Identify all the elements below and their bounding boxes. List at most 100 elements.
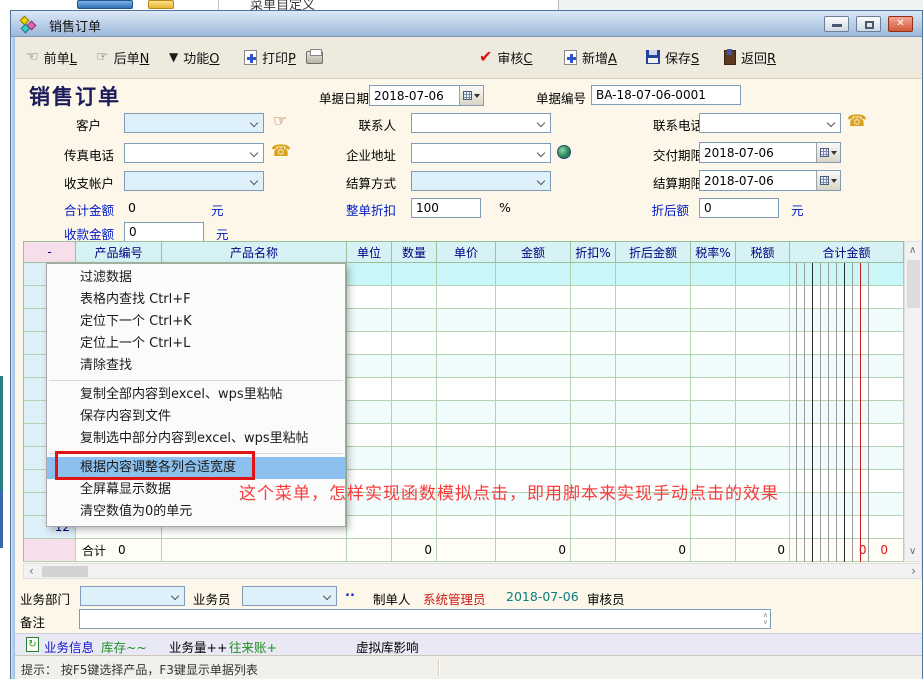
grid-cell[interactable]	[571, 447, 616, 470]
grid-cell[interactable]	[616, 378, 691, 401]
menu-item-clear-find[interactable]: 清除查找	[47, 355, 345, 377]
grid-cell[interactable]	[691, 332, 736, 355]
grid-cell[interactable]	[496, 401, 571, 424]
doc-no-field[interactable]: BA-18-07-06-0001	[591, 85, 741, 105]
grid-cell[interactable]	[347, 332, 392, 355]
grid-cell[interactable]	[616, 286, 691, 309]
grid-cell[interactable]	[691, 263, 736, 286]
address-combo[interactable]	[411, 143, 551, 163]
grid-cell[interactable]	[571, 332, 616, 355]
horizontal-scrollbar[interactable]: ‹ ›	[23, 563, 922, 579]
grid-cell[interactable]	[790, 286, 904, 309]
grid-cell[interactable]	[616, 447, 691, 470]
menu-item-copy-selection[interactable]: 复制选中部分内容到excel、wps里粘帖	[47, 428, 345, 450]
grid-cell[interactable]	[691, 286, 736, 309]
grid-cell[interactable]	[496, 424, 571, 447]
grid-cell[interactable]	[437, 401, 496, 424]
scroll-down-icon[interactable]: ∨	[909, 547, 916, 557]
phone-icon[interactable]: ☎	[847, 114, 867, 128]
grid-cell[interactable]	[571, 401, 616, 424]
grid-cell[interactable]	[571, 424, 616, 447]
grid-cell[interactable]	[790, 263, 904, 286]
grid-cell[interactable]	[790, 424, 904, 447]
column-header[interactable]: 数量	[392, 241, 437, 263]
grid-cell[interactable]	[392, 378, 437, 401]
grid-cell[interactable]	[347, 424, 392, 447]
grid-cell[interactable]	[392, 355, 437, 378]
grid-cell[interactable]	[790, 493, 904, 516]
grid-cell[interactable]	[736, 378, 790, 401]
pick-customer-icon[interactable]: ☞	[273, 114, 287, 128]
dept-combo[interactable]	[80, 586, 185, 606]
account-combo[interactable]	[124, 171, 264, 191]
grid-cell[interactable]	[347, 286, 392, 309]
grid-cell[interactable]	[736, 286, 790, 309]
note-input[interactable]: ∧∨	[79, 609, 771, 629]
grid-cell[interactable]	[736, 424, 790, 447]
delivery-date-field[interactable]: 2018-07-06	[699, 142, 841, 163]
back-button[interactable]: 返回R	[724, 45, 776, 69]
after-discount-input[interactable]: 0	[699, 198, 779, 218]
grid-cell[interactable]	[691, 378, 736, 401]
grid-cell[interactable]	[496, 355, 571, 378]
menu-item-clear-zero-cells[interactable]: 清空数值为0的单元	[47, 501, 345, 523]
grid-cell[interactable]	[392, 447, 437, 470]
grid-cell[interactable]	[437, 378, 496, 401]
column-header[interactable]: 产品编号	[76, 241, 162, 263]
fax-combo[interactable]	[124, 143, 264, 163]
discount-input[interactable]: 100	[411, 198, 481, 218]
column-header[interactable]: 折后金额	[616, 241, 691, 263]
menu-item-copy-all[interactable]: 复制全部内容到excel、wps里粘帖	[47, 384, 345, 406]
functions-button[interactable]: ▼ 功能O	[169, 45, 219, 69]
calendar-dropdown-button[interactable]	[816, 171, 840, 190]
grid-cell[interactable]	[392, 516, 437, 539]
vertical-scrollbar-thumb[interactable]	[907, 260, 920, 308]
grid-cell[interactable]	[496, 378, 571, 401]
next-order-button[interactable]: ☞ 后单N	[96, 45, 149, 69]
grid-cell[interactable]	[616, 309, 691, 332]
menu-item-locate-prev[interactable]: 定位上一个 Ctrl+L	[47, 333, 345, 355]
grid-cell[interactable]	[496, 263, 571, 286]
grid-cell[interactable]	[347, 378, 392, 401]
titlebar[interactable]: 销售订单 ✕	[11, 11, 922, 37]
grid-cell[interactable]	[392, 286, 437, 309]
column-header[interactable]: 税率%	[691, 241, 736, 263]
column-header[interactable]: 折扣%	[571, 241, 616, 263]
grid-cell[interactable]	[616, 401, 691, 424]
column-header[interactable]: 单位	[347, 241, 392, 263]
scroll-up-icon[interactable]: ∧	[909, 246, 916, 256]
grid-cell[interactable]	[496, 516, 571, 539]
grid-cell[interactable]	[790, 378, 904, 401]
grid-cell[interactable]	[736, 401, 790, 424]
calendar-dropdown-button[interactable]	[816, 143, 840, 162]
contact-phone-combo[interactable]	[699, 113, 841, 133]
grid-cell[interactable]	[347, 516, 392, 539]
grid-cell[interactable]	[616, 263, 691, 286]
maximize-button[interactable]	[856, 16, 881, 32]
spinner-icon[interactable]: ∧∨	[763, 612, 768, 626]
grid-cell[interactable]	[496, 309, 571, 332]
grid-cell[interactable]	[347, 401, 392, 424]
more-button[interactable]: ..	[345, 585, 355, 600]
refresh-page-icon[interactable]: ↻	[26, 637, 39, 652]
phone-icon[interactable]: ☎	[271, 144, 291, 158]
grid-cell[interactable]	[736, 447, 790, 470]
doc-date-field[interactable]: 2018-07-06	[369, 85, 484, 106]
grid-cell[interactable]	[616, 355, 691, 378]
grid-cell[interactable]	[392, 401, 437, 424]
grid-cell[interactable]	[571, 263, 616, 286]
grid-cell[interactable]	[437, 309, 496, 332]
grid-cell[interactable]	[437, 263, 496, 286]
scroll-right-icon[interactable]: ›	[911, 566, 916, 576]
grid-cell[interactable]	[790, 332, 904, 355]
grid-cell[interactable]	[571, 355, 616, 378]
grid-cell[interactable]	[691, 309, 736, 332]
grid-cell[interactable]	[616, 516, 691, 539]
received-input[interactable]: 0	[124, 222, 204, 242]
customer-combo[interactable]	[124, 113, 264, 133]
grid-cell[interactable]	[790, 470, 904, 493]
new-button[interactable]: 新增A	[564, 45, 617, 69]
grid-cell[interactable]	[736, 263, 790, 286]
grid-cell[interactable]	[571, 378, 616, 401]
grid-cell[interactable]	[736, 309, 790, 332]
